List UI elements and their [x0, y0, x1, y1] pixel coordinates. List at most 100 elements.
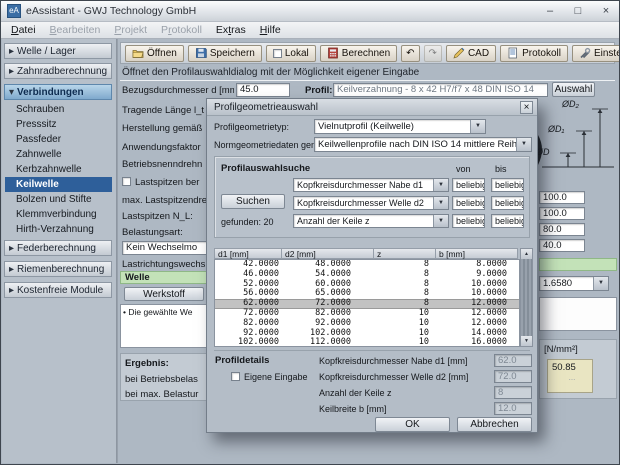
lokal-toggle[interactable]: Lokal	[266, 45, 316, 62]
table-scrollbar[interactable]: ▲ ▼	[520, 248, 533, 347]
to-column-label: bis	[495, 164, 507, 174]
table-header-d1[interactable]: d1 [mm]	[214, 248, 282, 259]
scrollbar-thumb[interactable]	[521, 259, 532, 336]
chevron-right-icon: ▸	[9, 283, 17, 299]
open-button[interactable]: Öffnen	[125, 45, 184, 62]
result-panel: Ergebnis: bei Betriebsbelas bei max. Bel…	[120, 353, 208, 401]
profile-search-group: Profilauswahlsuche von bis Kopfkreisdurc…	[214, 156, 530, 238]
menu-bearbeiten: Bearbeiten	[44, 23, 107, 37]
lokal-checkbox[interactable]	[273, 49, 282, 58]
app-icon: eA	[7, 4, 21, 18]
norm-dropdown[interactable]: Keilwellenprofile nach DIN ISO 14 mittle…	[314, 137, 532, 152]
table-cell: 16.0000	[437, 338, 519, 347]
close-button[interactable]: ×	[599, 5, 613, 17]
label-lastrichtungswechsel: Lastrichtungswechs	[122, 259, 208, 270]
dim-label-d: ØD	[536, 147, 550, 157]
cad-button[interactable]: CAD	[446, 45, 496, 62]
chevron-down-icon[interactable]: ▼	[593, 277, 608, 290]
detail-label-z: Anzahl der Keile z	[319, 388, 392, 398]
scroll-down-icon[interactable]: ▼	[521, 335, 532, 346]
custom-input-checkbox[interactable]	[231, 372, 240, 381]
right-field-3[interactable]: 80.0	[539, 223, 585, 236]
cancel-button[interactable]: Abbrechen	[457, 417, 532, 432]
label-lastspitzen: Lastspitzen ber	[135, 177, 208, 188]
search-button[interactable]: Suchen	[221, 194, 285, 209]
norm-value: Keilwellenprofile nach DIN ISO 14 mittle…	[315, 138, 516, 151]
sidebar-section-riemenberechnung[interactable]: ▸Riemenberechnung	[4, 261, 112, 277]
sidebar-section-kostenfreie-module[interactable]: ▸Kostenfreie Module	[4, 282, 112, 298]
sidebar-item-passfeder[interactable]: Passfeder	[5, 132, 112, 147]
table-header-d2[interactable]: d2 [mm]	[282, 248, 374, 259]
criterion-3-label: Anzahl der Keile z	[294, 215, 433, 227]
undo-icon: ↶	[406, 48, 414, 59]
dialog-title: Profilgeometrieauswahl	[207, 99, 537, 116]
menu-datei[interactable]: Datei	[5, 23, 42, 37]
chevron-down-icon[interactable]: ▼	[470, 120, 485, 133]
sidebar-item-klemmverbindung[interactable]: Klemmverbindung	[5, 207, 112, 222]
label-tragende-laenge: Tragende Länge l_t	[122, 105, 208, 116]
criterion-2-to-field[interactable]: beliebig	[491, 196, 524, 210]
load-type-dropdown[interactable]: Kein Wechselmo	[122, 241, 207, 255]
chevron-down-icon[interactable]: ▼	[433, 197, 448, 209]
detail-field-b: 12.0	[494, 402, 532, 415]
sidebar-section-zahnradberechnung[interactable]: ▸Zahnradberechnung	[4, 63, 112, 79]
sidebar-item-keilwelle[interactable]: Keilwelle	[5, 177, 112, 192]
criterion-1-dropdown[interactable]: Kopfkreisdurchmesser Nabe d1 ▼	[293, 178, 449, 192]
table-header-b[interactable]: b [mm]	[436, 248, 518, 259]
calculate-button[interactable]: Berechnen	[320, 45, 397, 62]
dialog-close-button[interactable]: ×	[520, 101, 533, 114]
criterion-3-to-field[interactable]: beliebig	[491, 214, 524, 228]
criterion-2-dropdown[interactable]: Kopfkreisdurchmesser Welle d2 ▼	[293, 196, 449, 210]
table-header-z[interactable]: z	[374, 248, 436, 259]
profile-table-body: 42.000048.000088.000046.000054.000089.00…	[214, 259, 520, 347]
stress-value: 50.85	[552, 362, 592, 373]
protocol-button[interactable]: Protokoll	[500, 45, 568, 62]
material-dropdown[interactable]: 1.6580 ▼	[539, 276, 609, 291]
chevron-down-icon[interactable]: ▼	[433, 179, 448, 191]
sidebar-item-presssitz[interactable]: Presssitz	[5, 117, 112, 132]
menu-bar: Datei Bearbeiten Projekt Protokoll Extra…	[1, 22, 619, 39]
sidebar-section-verbindungen[interactable]: ▾Verbindungen	[4, 84, 112, 100]
criterion-1-from-field[interactable]: beliebig	[452, 178, 485, 192]
ok-button[interactable]: OK	[375, 417, 450, 432]
found-count-label: gefunden: 20	[221, 217, 274, 227]
material-button[interactable]: Werkstoff	[124, 287, 204, 301]
sidebar-item-hirth-verzahnung[interactable]: Hirth-Verzahnung	[5, 222, 112, 237]
menu-hilfe[interactable]: Hilfe	[254, 23, 287, 37]
material-section-strip	[539, 258, 617, 271]
right-field-2[interactable]: 100.0	[539, 207, 585, 220]
type-dropdown[interactable]: Vielnutprofil (Keilwelle) ▼	[314, 119, 486, 134]
criterion-1-to-field[interactable]: beliebig	[491, 178, 524, 192]
sidebar-item-kerbzahnwelle[interactable]: Kerbzahnwelle	[5, 162, 112, 177]
settings-button[interactable]: Einstellungen	[572, 45, 620, 62]
type-value: Vielnutprofil (Keilwelle)	[315, 120, 470, 133]
criterion-3-dropdown[interactable]: Anzahl der Keile z ▼	[293, 214, 449, 228]
sidebar-item-schrauben[interactable]: Schrauben	[5, 102, 112, 117]
detail-field-d1: 62.0	[494, 354, 532, 367]
reference-diameter-field[interactable]: 45.0	[236, 83, 290, 97]
sidebar-item-zahnwelle[interactable]: Zahnwelle	[5, 147, 112, 162]
save-button[interactable]: Speichern	[188, 45, 262, 62]
chevron-down-icon[interactable]: ▼	[516, 138, 531, 151]
detail-label-d1: Kopfkreisdurchmesser Nabe d1 [mm]	[319, 356, 468, 366]
result-line-2: bei max. Belastur	[125, 389, 207, 400]
sidebar-section-federberechnung[interactable]: ▸Federberechnung	[4, 240, 112, 256]
lastspitzen-checkbox[interactable]	[122, 177, 131, 186]
criterion-2-from-field[interactable]: beliebig	[452, 196, 485, 210]
stress-unit-label: [N/mm²]	[544, 344, 616, 355]
save-disk-icon	[195, 47, 207, 59]
chevron-right-icon: ▸	[9, 44, 17, 60]
criterion-3-from-field[interactable]: beliebig	[452, 214, 485, 228]
right-field-1[interactable]: 100.0	[539, 191, 585, 204]
table-row[interactable]: 102.0000112.00001016.0000	[215, 338, 519, 347]
undo-button[interactable]: ↶	[401, 45, 419, 62]
sidebar-section-welle-lager[interactable]: ▸Welle / Lager	[4, 43, 112, 59]
folder-open-icon	[132, 47, 144, 59]
minimize-button[interactable]: –	[543, 5, 557, 17]
stress-dots: ...	[552, 373, 592, 382]
chevron-down-icon[interactable]: ▼	[433, 215, 448, 227]
right-field-4[interactable]: 40.0	[539, 239, 585, 252]
menu-extras[interactable]: Extras	[210, 23, 252, 37]
sidebar-item-bolzen-und-stifte[interactable]: Bolzen und Stifte	[5, 192, 112, 207]
maximize-button[interactable]: □	[571, 5, 585, 17]
